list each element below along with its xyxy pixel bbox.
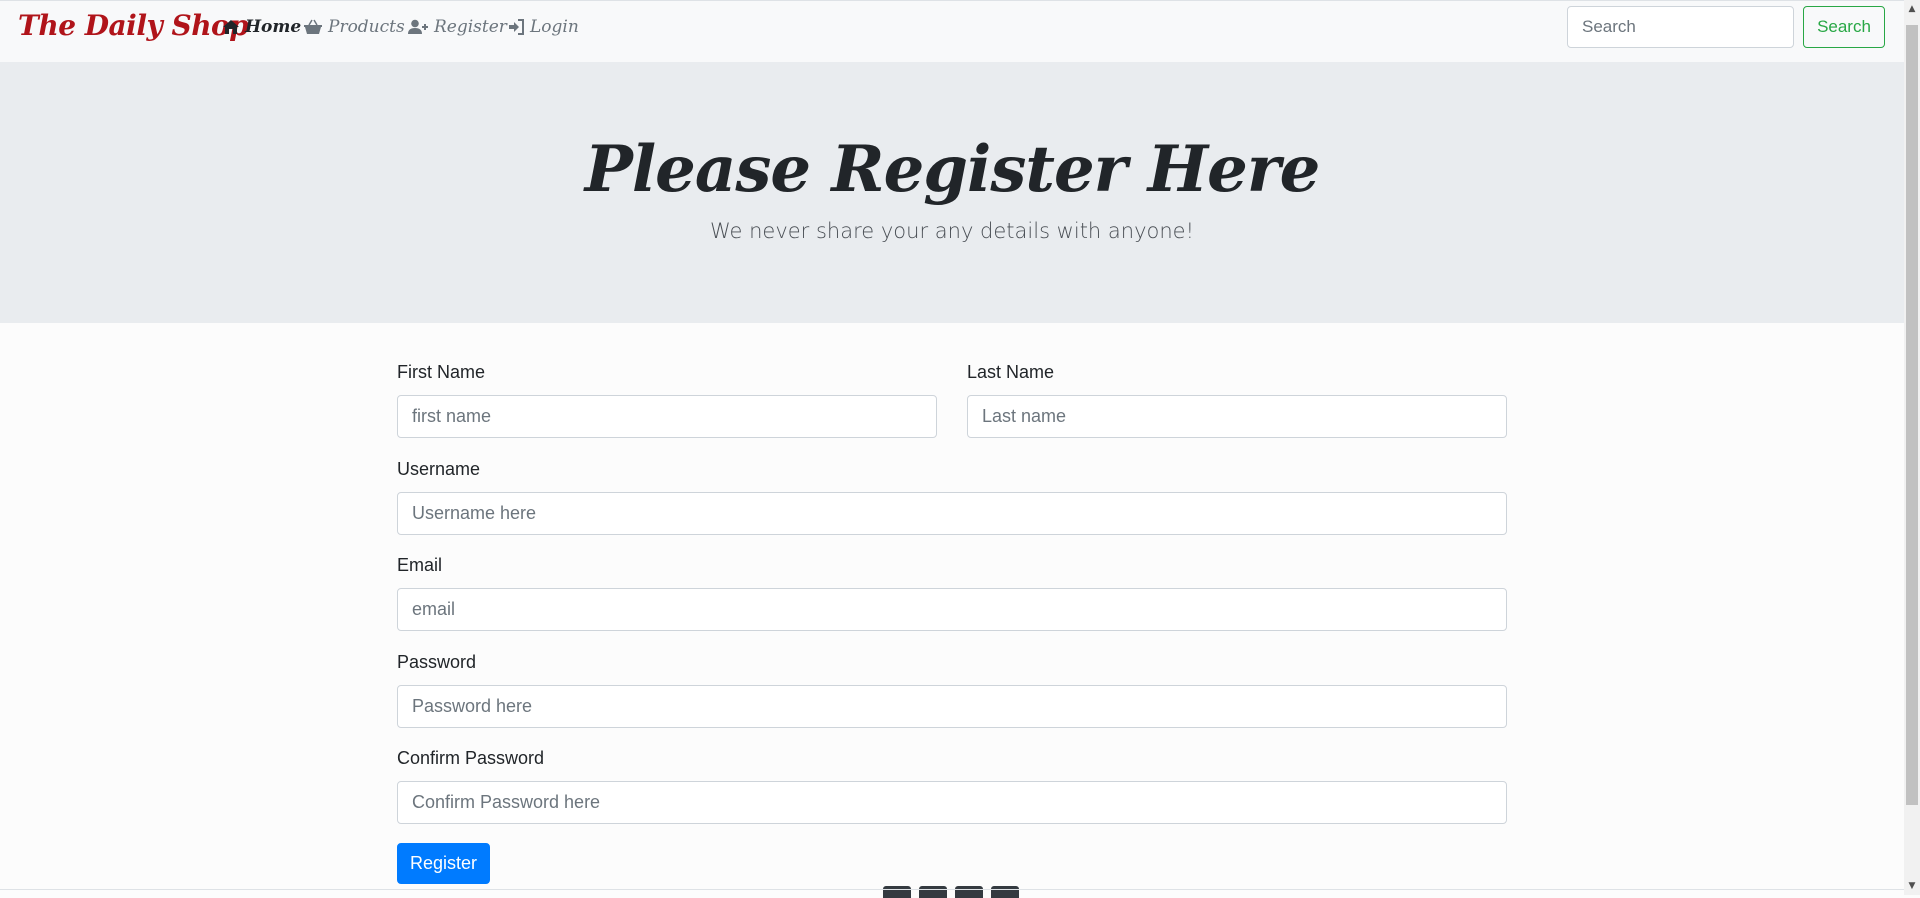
home-icon	[223, 20, 239, 34]
hero-banner: Please Register Here We never share your…	[0, 62, 1904, 323]
last-name-label: Last Name	[967, 362, 1055, 382]
navbar: The Daily Shop Home Products Register Lo…	[0, 0, 1904, 62]
nav-item-label: Register	[434, 17, 507, 37]
nav-item-label: Login	[530, 17, 579, 37]
scrollbar-thumb[interactable]	[1906, 25, 1918, 805]
sign-in-icon	[509, 19, 524, 35]
password-label: Password	[397, 652, 477, 672]
nav-item-label: Products	[328, 17, 405, 37]
confirm-password-field[interactable]	[397, 781, 1507, 824]
nav-item-label: Home	[245, 17, 302, 37]
search-input[interactable]	[1567, 6, 1794, 48]
nav-item-login[interactable]: Login	[508, 15, 579, 39]
user-plus-icon	[408, 19, 428, 34]
social-icon[interactable]	[883, 886, 911, 898]
page-title: Please Register Here	[584, 132, 1321, 207]
divider	[0, 889, 1904, 890]
username-label: Username	[397, 459, 481, 479]
footer-social-icons	[883, 886, 1019, 898]
basket-icon	[304, 19, 322, 34]
last-name-field[interactable]	[967, 395, 1507, 438]
first-name-label: First Name	[397, 362, 486, 382]
search-button[interactable]: Search	[1803, 6, 1885, 48]
confirm-password-label: Confirm Password	[397, 748, 545, 768]
nav-item-register[interactable]: Register	[408, 15, 507, 39]
email-label: Email	[397, 555, 443, 575]
scroll-up-icon[interactable]: ▲	[1906, 2, 1918, 16]
social-icon[interactable]	[919, 886, 947, 898]
first-name-field[interactable]	[397, 395, 937, 438]
page-subtitle: We never share your any details with any…	[709, 219, 1195, 243]
social-icon[interactable]	[991, 886, 1019, 898]
email-field[interactable]	[397, 588, 1507, 631]
nav-item-products[interactable]: Products	[303, 15, 405, 39]
brand-logo[interactable]: The Daily Shop	[18, 9, 249, 42]
register-button[interactable]: Register	[397, 843, 490, 884]
nav-item-home[interactable]: Home	[222, 15, 301, 39]
scroll-down-icon[interactable]: ▼	[1906, 879, 1918, 893]
social-icon[interactable]	[955, 886, 983, 898]
password-field[interactable]	[397, 685, 1507, 728]
username-field[interactable]	[397, 492, 1507, 535]
